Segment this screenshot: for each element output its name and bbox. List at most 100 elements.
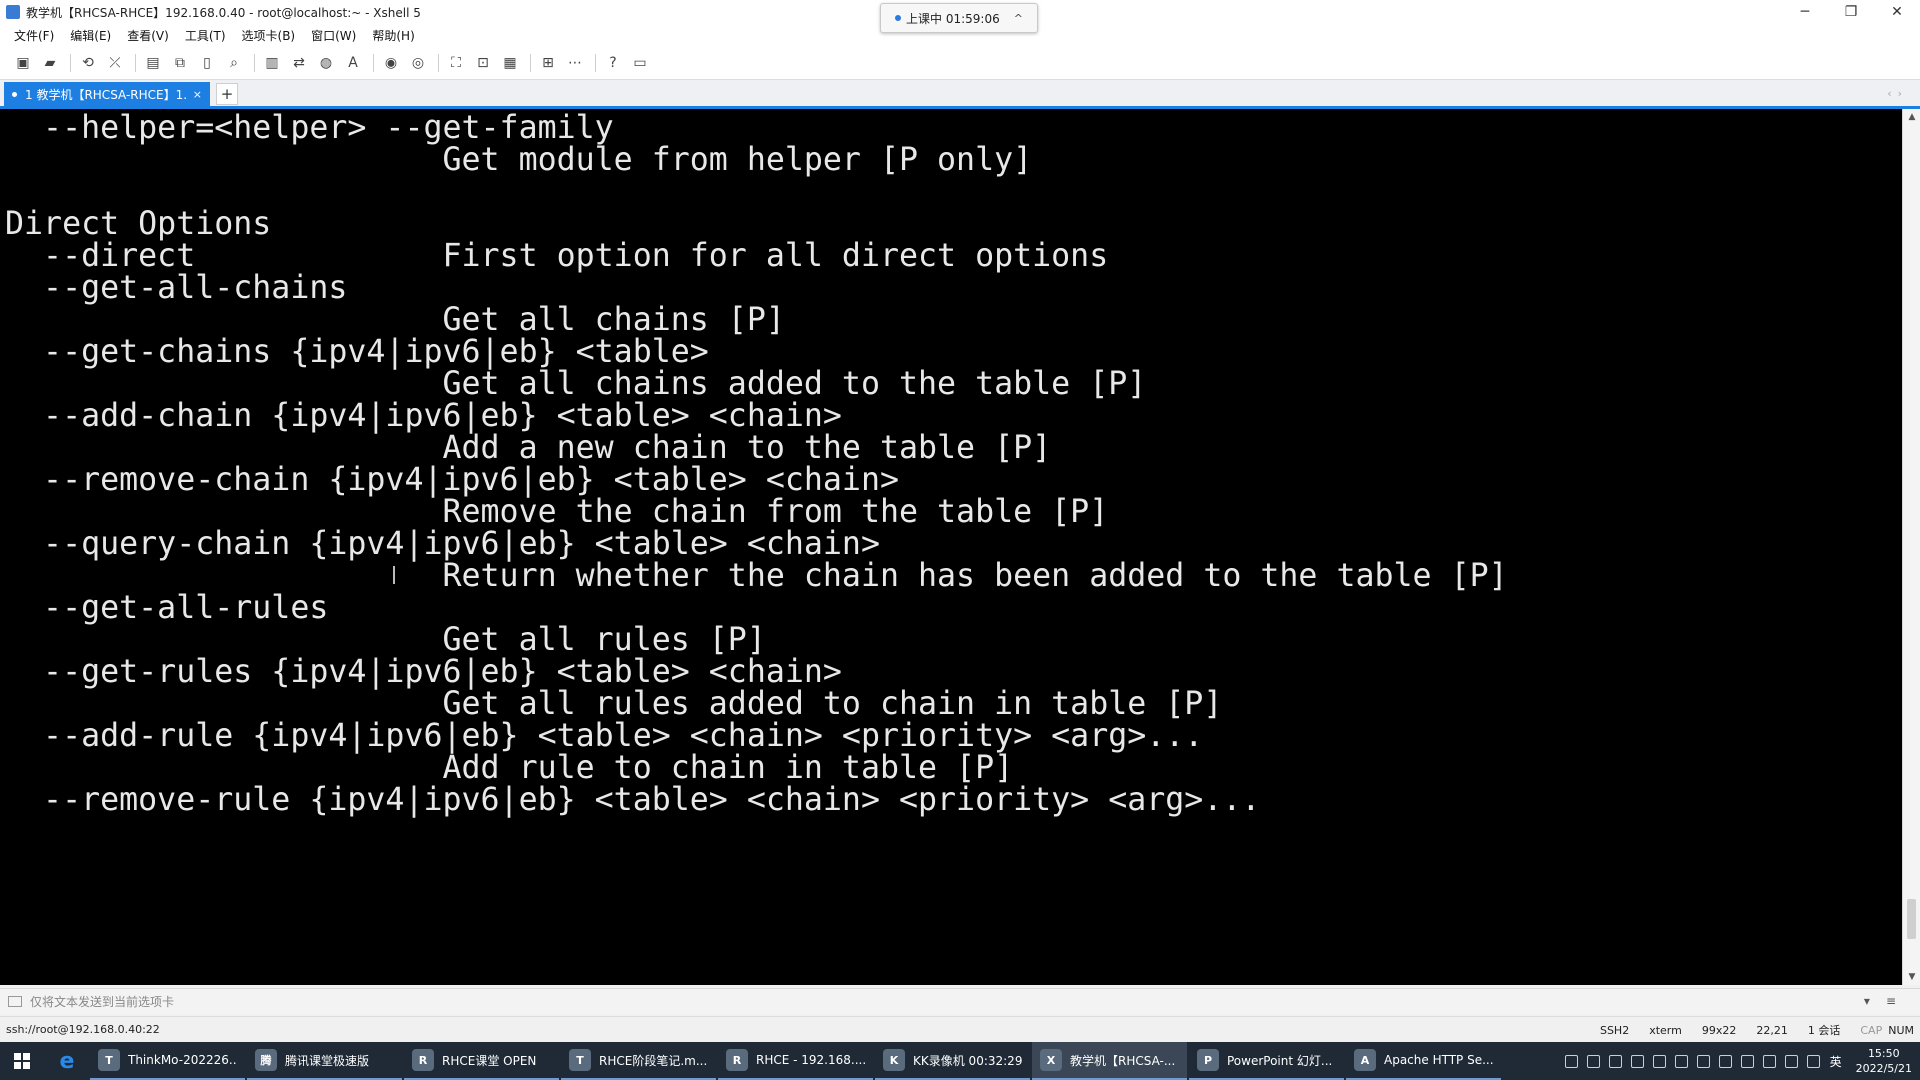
toolbar-divider — [254, 53, 255, 72]
taskbar-item-thinkmo[interactable]: T ThinkMo-202226... — [90, 1042, 245, 1080]
layout-icon[interactable]: ⋯ — [566, 54, 584, 72]
toolbar-divider — [438, 53, 439, 72]
text-cursor-icon — [393, 566, 395, 584]
xmanager-icon[interactable]: ◎ — [409, 54, 427, 72]
record-tray-icon[interactable] — [1652, 1054, 1666, 1068]
terminal-size: 99x22 — [1701, 1023, 1737, 1037]
hand-tray-icon[interactable] — [1674, 1054, 1688, 1068]
taskbar-item-rhce-open[interactable]: R RHCE课堂 OPEN — [404, 1042, 559, 1080]
menu-edit[interactable]: 编辑(E) — [70, 27, 111, 44]
chevron-left-icon[interactable] — [1718, 1054, 1732, 1068]
menu-help[interactable]: 帮助(H) — [372, 27, 414, 44]
taskbar-item-apache[interactable]: A Apache HTTP Se... — [1346, 1042, 1501, 1080]
print-icon[interactable]: ▥ — [263, 54, 281, 72]
wechat-tray-icon[interactable] — [1586, 1054, 1600, 1068]
chat-tray-icon[interactable] — [1564, 1054, 1578, 1068]
app-icon — [6, 5, 20, 19]
keyboard-icon[interactable]: ▦ — [501, 54, 519, 72]
taskbar-item-label: Apache HTTP Se... — [1384, 1053, 1493, 1067]
start-button[interactable] — [0, 1042, 44, 1080]
chrome-icon: A — [1354, 1049, 1376, 1071]
tab-scroll-arrows-icon[interactable]: ‹› — [1887, 87, 1908, 100]
terminal-scrollbar[interactable]: ▲ ▼ — [1902, 109, 1920, 985]
tab-close-icon[interactable]: × — [193, 88, 202, 101]
terminal-line: Get module from helper [P only] — [5, 142, 1033, 178]
clock-time: 15:50 — [1867, 1047, 1900, 1060]
chevron-up-icon[interactable]: ^ — [1014, 12, 1023, 25]
fullscreen-icon[interactable]: ⛶ — [447, 54, 465, 72]
tab-bar: 1 教学机【RHCSA-RHCE】1... × + ‹› — [0, 80, 1920, 107]
volume-icon[interactable] — [1806, 1054, 1820, 1068]
tab-session-1[interactable]: 1 教学机【RHCSA-RHCE】1... × — [4, 82, 210, 107]
xshell-window: 教学机【RHCSA-RHCE】192.168.0.40 - root@local… — [0, 0, 1920, 1080]
paste-icon[interactable]: ▯ — [198, 54, 216, 72]
compose-menu-icon[interactable]: ▾≡ — [1864, 994, 1912, 1008]
lock-icon[interactable]: ⊡ — [474, 54, 492, 72]
taskbar-item-label: 教学机【RHCSA-... — [1070, 1053, 1176, 1068]
copy-icon[interactable]: ⧉ — [171, 54, 189, 72]
microphone-icon[interactable] — [1762, 1054, 1776, 1068]
usb-tray-icon[interactable] — [1740, 1054, 1754, 1068]
scroll-up-icon[interactable]: ▲ — [1903, 109, 1920, 125]
status-bar: ssh://root@192.168.0.40:22 SSH2 xterm 99… — [0, 1016, 1920, 1042]
network-icon[interactable] — [1784, 1054, 1798, 1068]
menu-view[interactable]: 查看(V) — [127, 27, 169, 44]
menu-tools[interactable]: 工具(T) — [185, 27, 226, 44]
compose-placeholder: 仅将文本发送到当前选项卡 — [30, 995, 175, 1009]
compose-icon[interactable] — [8, 996, 22, 1007]
thinkmo-app-icon: T — [98, 1049, 120, 1071]
disconnect-icon[interactable]: ⤫ — [106, 54, 124, 72]
close-button[interactable]: ✕ — [1874, 0, 1920, 24]
cursor-position: 22,21 — [1756, 1023, 1788, 1037]
taskbar-item-powerpoint[interactable]: P PowerPoint 幻灯... — [1189, 1042, 1344, 1080]
transfer-icon[interactable]: ⇄ — [290, 54, 308, 72]
system-clock[interactable]: 15:50 2022/5/21 — [1856, 1046, 1912, 1076]
open-folder-icon[interactable]: ▰ — [41, 54, 59, 72]
input-language[interactable]: 英 — [1830, 1053, 1842, 1070]
kk-tray-icon[interactable] — [1630, 1054, 1644, 1068]
toolbar-divider — [70, 53, 71, 72]
restore-button[interactable]: ❐ — [1828, 0, 1874, 24]
kk-recorder-icon: K — [883, 1049, 905, 1071]
app-tray-icon[interactable] — [1608, 1054, 1622, 1068]
taskbar-item-notes[interactable]: T RHCE阶段笔记.m... — [561, 1042, 716, 1080]
protocol-status: SSH2 — [1599, 1023, 1630, 1037]
chat-icon[interactable]: ▭ — [631, 54, 649, 72]
add-tab-button[interactable]: + — [216, 83, 238, 105]
new-session-icon[interactable]: ▣ — [14, 54, 32, 72]
window-controls: ─ ❐ ✕ — [1782, 0, 1920, 24]
new-tab-icon[interactable]: ⊞ — [539, 54, 557, 72]
taskbar-item-label: 腾讯课堂极速版 — [285, 1053, 370, 1068]
status-indicators: SSH2 xterm 99x22 22,21 1 会话 CAP NUM — [1580, 1017, 1914, 1043]
taskbar-item-tencent-classroom[interactable]: 腾 腾讯课堂极速版 — [247, 1042, 402, 1080]
menu-file[interactable]: 文件(F) — [14, 27, 54, 44]
windows-logo-icon — [14, 1053, 30, 1069]
toolbar-divider — [595, 53, 596, 72]
compose-bar[interactable]: 仅将文本发送到当前选项卡 ▾≡ — [0, 988, 1920, 1014]
menu-tab[interactable]: 选项卡(B) — [242, 27, 296, 44]
terminal-output[interactable]: --helper=<helper> --get-family Get modul… — [0, 109, 1902, 985]
caps-lock-indicator: CAP — [1860, 1023, 1883, 1037]
find-icon[interactable]: ⌕ — [225, 54, 243, 72]
taskbar-item-kk-recorder[interactable]: K KK录像机 00:32:29 — [875, 1042, 1030, 1080]
globe-icon[interactable]: ◍ — [317, 54, 335, 72]
properties-icon[interactable]: ▤ — [144, 54, 162, 72]
remote-desktop-icon: R — [726, 1049, 748, 1071]
help-icon[interactable]: ? — [604, 54, 622, 72]
menu-window[interactable]: 窗口(W) — [311, 27, 356, 44]
taskbar-item-xshell[interactable]: X 教学机【RHCSA-... — [1032, 1042, 1187, 1080]
scrollbar-thumb[interactable] — [1907, 899, 1916, 939]
minimize-button[interactable]: ─ — [1782, 0, 1828, 24]
taskbar-item-rhce-remote[interactable]: R RHCE - 192.168.... — [718, 1042, 873, 1080]
edge-browser-icon[interactable]: e — [44, 1042, 90, 1080]
taskbar-item-label: RHCE - 192.168.... — [756, 1053, 865, 1067]
session-count: 1 会话 — [1807, 1024, 1841, 1037]
toolbar: ▣ ▰ ⟲ ⤫ ▤ ⧉ ▯ ⌕ ▥ ⇄ ◍ A ◉ ◎ ⛶ ⊡ ▦ ⊞ ⋯ ? … — [0, 46, 1920, 80]
font-icon[interactable]: A — [344, 54, 362, 72]
display-tray-icon[interactable] — [1696, 1054, 1710, 1068]
toolbar-divider — [373, 53, 374, 72]
xftp-icon[interactable]: ◉ — [382, 54, 400, 72]
scroll-down-icon[interactable]: ▼ — [1903, 969, 1920, 985]
reconnect-icon[interactable]: ⟲ — [79, 54, 97, 72]
class-status-indicator[interactable]: 上课中 01:59:06 ^ — [880, 3, 1038, 33]
